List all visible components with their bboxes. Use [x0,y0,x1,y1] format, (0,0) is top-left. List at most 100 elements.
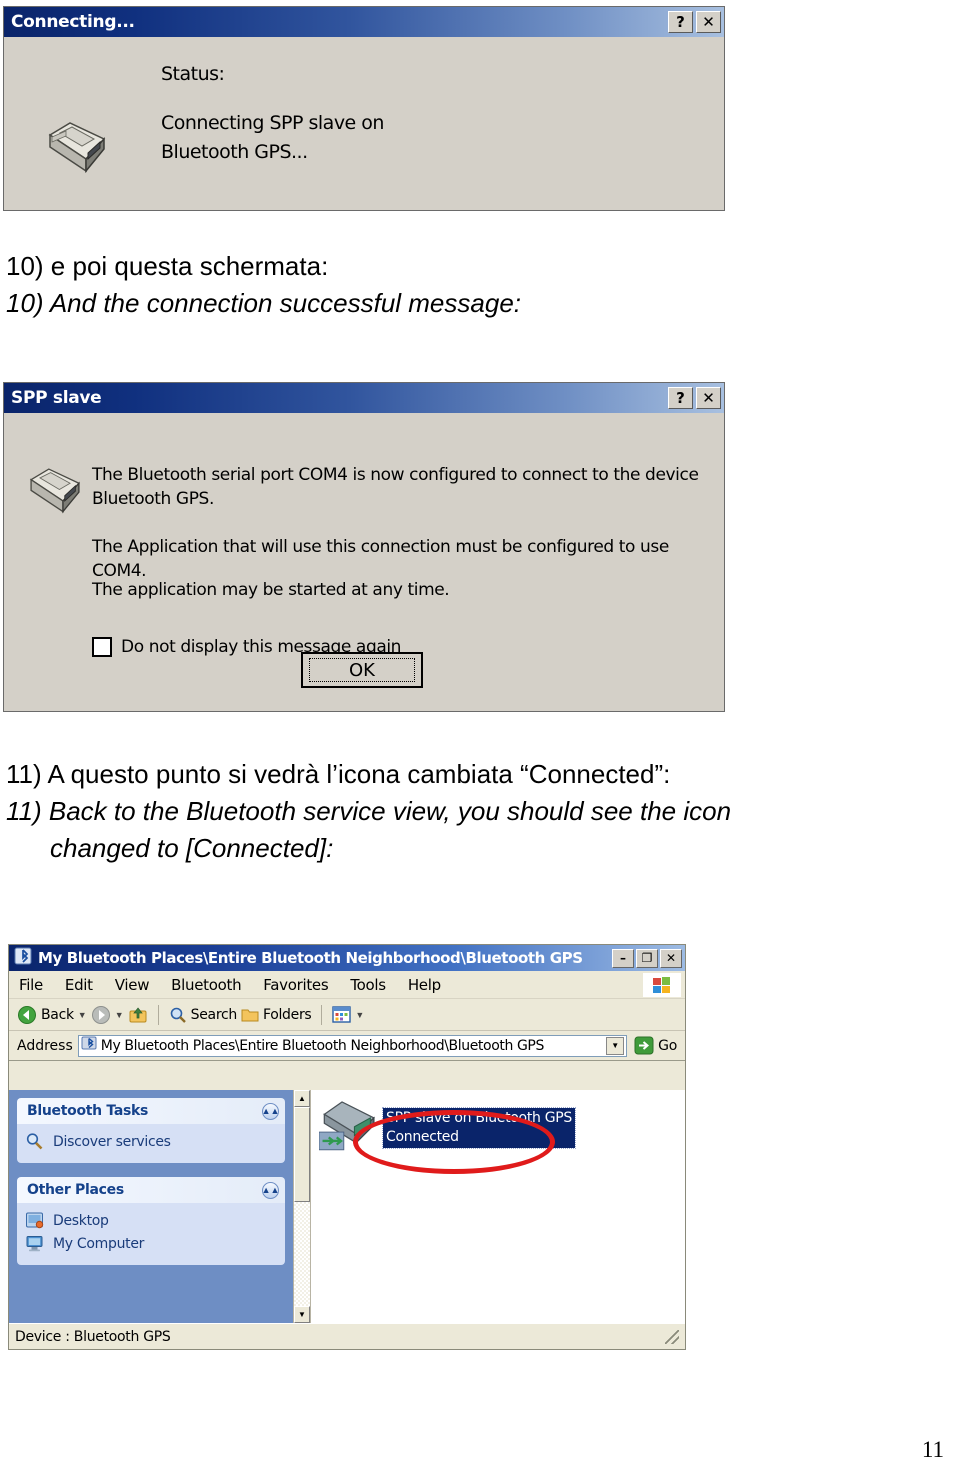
go-arrow-icon [634,1036,654,1055]
explorer-sidebar: Bluetooth Tasks ▲▲ Discover services Oth… [9,1090,293,1323]
views-button[interactable]: ▼ [332,1006,364,1023]
panel-bluetooth-tasks: Bluetooth Tasks ▲▲ Discover services [17,1098,285,1163]
windows-flag-icon [643,973,681,997]
explorer-statusbar: Device : Bluetooth GPS [9,1323,685,1349]
scrollbar-thumb[interactable] [294,1107,310,1202]
my-computer-label: My Computer [53,1235,145,1252]
caption-11-italian: 11) A questo punto si vedrà l’icona camb… [6,759,671,789]
search-button[interactable]: Search [169,1006,237,1024]
explorer-main: Bluetooth Tasks ▲▲ Discover services Oth… [9,1090,685,1323]
toolbar-separator [157,1004,159,1025]
views-dropdown-icon[interactable]: ▼ [355,1010,364,1020]
menu-item-help[interactable]: Help [408,976,441,994]
ok-button[interactable]: OK [301,652,423,688]
statusbar-text: Device : Bluetooth GPS [15,1328,171,1345]
do-not-display-checkbox[interactable] [92,637,112,657]
status-label: Status: [161,63,225,85]
up-folder-icon [129,1006,147,1022]
caption-11-english-line1: 11) Back to the Bluetooth service view, … [6,796,732,826]
folders-icon [241,1009,259,1021]
address-input[interactable]: My Bluetooth Places\Entire Bluetooth Nei… [77,1034,628,1057]
folders-button-label: Folders [262,1006,312,1023]
scroll-down-icon[interactable]: ▼ [294,1306,310,1323]
connecting-dialog-body: Status: Connecting SPP slave on Bluetoot… [4,37,724,210]
connecting-dialog-titlebar: Connecting... ? ✕ [4,7,724,37]
list-item-label: SPP slave on Bluetooth GPS Connected [381,1107,577,1149]
close-icon[interactable]: ✕ [660,948,682,968]
address-value: My Bluetooth Places\Entire Bluetooth Nei… [100,1037,545,1054]
status-text-line2: Bluetooth GPS... [161,141,308,163]
close-icon[interactable]: ✕ [696,387,721,409]
ok-button-label: OK [309,658,415,682]
caption-10-english: 10) And the connection successful messag… [6,288,521,318]
my-computer-icon [26,1236,43,1252]
scroll-up-icon[interactable]: ▲ [294,1090,310,1107]
address-favicon [81,1035,97,1056]
magnifier-icon [26,1133,43,1150]
menu-item-edit[interactable]: Edit [65,976,93,994]
back-button[interactable]: Back ▼ [17,1005,87,1025]
panel-other-places: Other Places ▲▲ Desktop My Computer [17,1177,285,1265]
panel-other-places-body: Desktop My Computer [17,1203,285,1265]
list-item-line1: SPP slave on Bluetooth GPS [386,1110,573,1126]
address-dropdown-icon[interactable]: ▼ [606,1036,625,1055]
resize-grip[interactable] [665,1329,679,1344]
menu-item-view[interactable]: View [115,976,150,994]
explorer-title: My Bluetooth Places\Entire Bluetooth Nei… [38,949,583,967]
chevron-up-icon[interactable]: ▲▲ [262,1181,279,1199]
menu-item-tools[interactable]: Tools [350,976,386,994]
help-button[interactable]: ? [668,387,693,409]
minimize-button[interactable]: – [612,948,634,968]
forward-arrow-icon [91,1005,110,1024]
close-icon[interactable]: ✕ [696,11,721,33]
explorer-content: SPP slave on Bluetooth GPS Connected [311,1090,685,1323]
explorer-toolbar: Back ▼ ▼ Search Folders ▼ [9,999,685,1031]
connecting-dialog-title: Connecting... [11,12,135,32]
list-item[interactable]: SPP slave on Bluetooth GPS Connected [318,1096,685,1174]
views-icon [332,1006,352,1023]
status-text: Connecting SPP slave on Bluetooth GPS... [161,109,384,167]
back-dropdown-icon[interactable]: ▼ [78,1010,87,1020]
forward-button[interactable]: ▼ [91,1005,124,1025]
up-button[interactable] [128,1005,148,1025]
go-button-label: Go [658,1037,677,1054]
menu-item-favorites[interactable]: Favorites [263,976,328,994]
back-button-label: Back [41,1006,74,1023]
menu-item-file[interactable]: File [19,976,43,994]
sidebar-scrollbar[interactable]: ▲ ▼ [293,1090,311,1323]
forward-dropdown-icon[interactable]: ▼ [115,1010,124,1020]
sidebar-item-my-computer[interactable]: My Computer [25,1232,277,1255]
chevron-up-icon[interactable]: ▲▲ [262,1102,279,1120]
menu-item-bluetooth[interactable]: Bluetooth [171,976,241,994]
sidebar-item-desktop[interactable]: Desktop [25,1209,277,1232]
panel-bluetooth-tasks-header[interactable]: Bluetooth Tasks ▲▲ [17,1098,285,1124]
spp-paragraph-2: The Application that will use this conne… [92,537,669,581]
toolbar-separator [321,1004,323,1025]
explorer-menubar: File Edit View Bluetooth Favorites Tools… [9,971,685,999]
folders-button[interactable]: Folders [241,1006,312,1024]
connecting-dialog: Connecting... ? ✕ Status: Connecting SPP… [3,6,725,211]
bluetooth-places-window: My Bluetooth Places\Entire Bluetooth Nei… [8,944,686,1350]
spp-paragraph-1: The Bluetooth serial port COM4 is now co… [92,465,699,509]
panel-other-places-header[interactable]: Other Places ▲▲ [17,1177,285,1203]
search-button-label: Search [190,1006,238,1023]
spp-slave-titlebar: SPP slave ? ✕ [4,383,724,413]
sidebar-item-discover-services[interactable]: Discover services [25,1130,277,1153]
serial-port-icon [24,465,86,521]
spp-paragraph-3: The application may be started at any ti… [92,580,450,600]
explorer-titlebar: My Bluetooth Places\Entire Bluetooth Nei… [9,945,685,971]
desktop-icon [26,1212,44,1229]
caption-step-11: 11) A questo punto si vedrà l’icona camb… [6,756,731,867]
serial-port-icon [42,119,112,181]
serial-port-connected-icon [318,1096,381,1159]
caption-11-english-line2: changed to [Connected]: [50,833,334,863]
maximize-button[interactable]: ❐ [636,948,658,968]
desktop-label: Desktop [53,1212,109,1229]
scrollbar-track[interactable] [294,1202,310,1306]
panel-bluetooth-tasks-title: Bluetooth Tasks [27,1103,149,1119]
explorer-addressbar: Address My Bluetooth Places\Entire Bluet… [9,1031,685,1061]
discover-services-label: Discover services [53,1133,171,1150]
page-number: 11 [921,1437,944,1462]
go-button[interactable]: Go [634,1036,685,1055]
help-button[interactable]: ? [668,11,693,33]
